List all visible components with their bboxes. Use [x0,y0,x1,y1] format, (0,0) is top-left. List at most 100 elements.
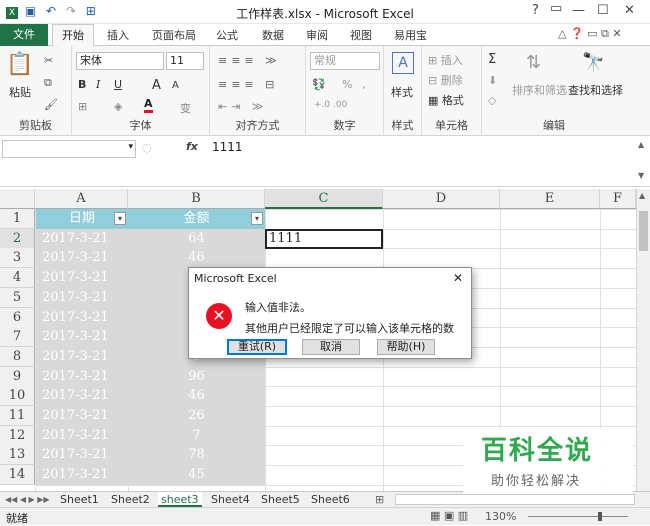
zoom-slider[interactable] [528,516,628,517]
autosum-button[interactable]: Σ [488,52,496,67]
date-cell[interactable]: 2017-3-21 [42,465,128,485]
bold-button[interactable]: B [78,78,86,91]
sheet-tab-sheet5[interactable]: Sheet5 [258,492,303,507]
date-cell[interactable]: 2017-3-21 [42,445,128,465]
dialog-close-button[interactable]: ✕ [453,271,463,285]
underline-button[interactable]: U [114,78,122,91]
delete-cells-button[interactable]: ⊟ 删除 [428,72,463,88]
date-cell[interactable]: 2017-3-21 [42,268,128,288]
date-cell[interactable]: 2017-3-21 [42,308,128,328]
date-cell[interactable]: 2017-3-21 [42,288,128,308]
tab-page-layout[interactable]: 页面布局 [152,27,196,43]
close-button[interactable]: ✕ [624,3,635,18]
copy-icon[interactable]: ⧉ [44,76,52,90]
font-name-select[interactable]: 宋体 [76,52,164,70]
currency-icon[interactable]: 💱 [312,78,326,91]
column-header-f[interactable]: F [600,189,636,209]
format-painter-icon[interactable]: 🖌 [44,98,58,111]
tab-view[interactable]: 视图 [350,27,372,43]
date-cell[interactable]: 2017-3-21 [42,386,128,406]
amount-cell[interactable]: 46 [128,386,265,406]
styles-button[interactable]: 样式 [391,84,413,100]
decimal-icons[interactable]: +.0 .00 [314,100,347,110]
tab-file[interactable]: 文件 [0,24,48,46]
column-header-a[interactable]: A [35,189,128,209]
row-header-12[interactable]: 12 [0,425,35,446]
amount-cell[interactable]: 7 [128,426,265,446]
format-cells-button[interactable]: ▦ 格式 [428,92,464,108]
row-header-11[interactable]: 11 [0,406,35,426]
minimize-button[interactable]: — [572,3,585,18]
column-header-b[interactable]: B [128,189,265,209]
align-left-icons[interactable]: ≡≡≡ ⊟ [218,78,278,91]
sheet-tab-sheet6[interactable]: Sheet6 [308,492,353,507]
name-box[interactable]: ▾ [2,140,136,158]
date-cell[interactable]: 2017-3-21 [42,406,128,426]
tab-formulas[interactable]: 公式 [216,27,238,43]
amount-cell[interactable]: 45 [128,465,265,485]
table-header-amount[interactable]: 金额 [128,209,265,229]
date-cell[interactable]: 2017-3-21 [42,347,128,367]
filter-dropdown-icon[interactable]: ▾ [251,212,263,225]
percent-button[interactable]: % [342,78,352,91]
insert-cells-button[interactable]: ⊞ 插入 [428,52,463,68]
chevron-down-icon[interactable]: ▾ [128,142,133,152]
date-cell[interactable]: 2017-3-21 [42,367,128,387]
border-icon[interactable]: ⊞ [78,100,87,113]
maximize-button[interactable]: ☐ [597,3,609,18]
tab-data[interactable]: 数据 [262,27,284,43]
indent-icons[interactable]: ⇤⇥ ≫ [218,100,267,113]
sheet-nav-arrows[interactable]: ◀◀ ◀ ▶ ▶▶ [2,492,53,507]
horizontal-scrollbar[interactable] [395,494,635,505]
date-cell[interactable]: 2017-3-21 [42,248,128,268]
paste-button[interactable]: 粘贴 [9,84,31,100]
chevron-up-icon[interactable]: ▲ [638,140,644,149]
italic-button[interactable]: I [96,78,100,91]
row-header-1[interactable]: 1 [0,209,35,229]
row-header-9[interactable]: 9 [0,366,35,387]
insert-function-button[interactable]: fx [186,140,198,153]
vertical-scrollbar[interactable]: ▲ [636,189,650,491]
sort-filter-button[interactable]: 排序和筛选 [512,82,567,98]
date-cell[interactable]: 2017-3-21 [42,229,128,249]
row-header-10[interactable]: 10 [0,386,35,407]
tab-extra[interactable]: 易用宝 [394,27,427,43]
help-icon[interactable]: ? [532,3,539,18]
cut-icon[interactable]: ✂ [44,54,53,67]
scroll-up-icon[interactable]: ▲ [639,191,645,200]
tab-right-icons[interactable]: △ ❓ ▭ ⧉ ✕ [558,27,622,41]
filter-dropdown-icon[interactable]: ▾ [114,212,126,225]
amount-cell[interactable]: 96 [128,367,265,387]
sheet-tab-sheet2[interactable]: Sheet2 [108,492,153,507]
font-color-button[interactable]: A [144,98,153,113]
fill-icon[interactable]: ⬇ [488,74,497,87]
row-header-7[interactable]: 7 [0,327,35,348]
amount-cell[interactable]: 78 [128,445,265,465]
date-cell[interactable]: 2017-3-21 [42,426,128,446]
shrink-font-button[interactable]: A [172,80,179,91]
row-header-8[interactable]: 8 [0,346,35,367]
date-cell[interactable]: 2017-3-21 [42,327,128,347]
insert-sheet-icon[interactable]: ⊞ [372,492,387,507]
sort-filter-icon[interactable]: ⇅ [526,52,541,73]
select-all-corner[interactable] [0,189,35,209]
help-button[interactable]: 帮助(H) [377,339,435,355]
row-header-3[interactable]: 3 [0,248,35,269]
expand-formula-icon[interactable]: ▼ [638,171,644,180]
zoom-slider-thumb[interactable] [598,512,602,521]
comma-button[interactable]: , [362,78,366,91]
row-header-14[interactable]: 14 [0,465,35,486]
sheet-tab-sheet3[interactable]: sheet3 [158,492,202,507]
row-header-2[interactable]: 2 [0,228,35,249]
retry-button[interactable]: 重试(R) [227,339,287,355]
amount-cell[interactable]: 64 [128,229,265,249]
row-header-6[interactable]: 6 [0,307,35,328]
row-header-5[interactable]: 5 [0,287,35,308]
sheet-tab-sheet4[interactable]: Sheet4 [208,492,253,507]
column-header-c[interactable]: C [265,189,383,209]
tab-insert[interactable]: 插入 [107,27,129,43]
clear-icon[interactable]: ◇ [488,94,496,107]
tab-home[interactable]: 开始 [52,24,94,47]
paste-icon[interactable]: 📋 [6,52,33,77]
phonetic-button[interactable]: 变 [180,100,191,116]
